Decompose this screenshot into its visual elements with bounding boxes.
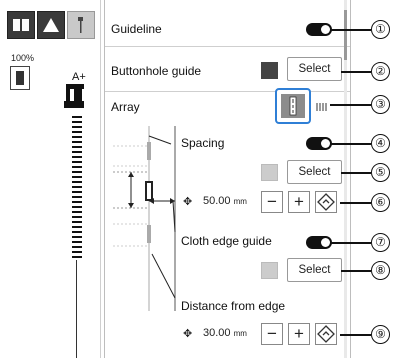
spacing-label: Spacing bbox=[181, 136, 225, 150]
array-horizontal-option[interactable] bbox=[313, 92, 331, 120]
cloth-edge-color-swatch bbox=[261, 262, 278, 279]
callout-line bbox=[340, 334, 371, 336]
spacing-color-swatch bbox=[261, 164, 278, 181]
view-mode-bar bbox=[7, 11, 99, 45]
callout-3: ③ bbox=[371, 95, 390, 114]
buttonhole-guide-color-swatch bbox=[261, 62, 278, 79]
callout-5: ⑤ bbox=[371, 163, 390, 182]
buttonhole-guide-row: Buttonhole guide Select bbox=[105, 47, 350, 92]
spacing-select-button[interactable]: Select bbox=[287, 160, 342, 184]
scrollbar-thumb[interactable] bbox=[344, 10, 347, 60]
spacing-reset-button[interactable] bbox=[315, 191, 337, 213]
callout-line bbox=[341, 270, 371, 272]
vertical-array-icon bbox=[281, 94, 305, 118]
distance-reset-button[interactable] bbox=[315, 323, 337, 345]
array-label: Array bbox=[111, 100, 140, 114]
cloth-edge-guide-label: Cloth edge guide bbox=[181, 234, 272, 248]
guideline-toggle[interactable] bbox=[306, 23, 332, 36]
guideline-settings-panel: Guideline Buttonhole guide Select Array bbox=[104, 0, 351, 358]
guideline-label: Guideline bbox=[111, 22, 162, 36]
callout-line bbox=[340, 202, 371, 204]
array-section: Array Spacing Select ✥ 50.00 mm − + Clot… bbox=[105, 88, 350, 358]
spacing-decrease-button[interactable]: − bbox=[261, 191, 283, 213]
callout-line bbox=[331, 143, 371, 145]
triangle-view-icon[interactable] bbox=[37, 11, 65, 39]
callout-line bbox=[341, 71, 371, 73]
needle-line bbox=[76, 260, 77, 358]
callout-4: ④ bbox=[371, 134, 390, 153]
distance-decrease-button[interactable]: − bbox=[261, 323, 283, 345]
callout-line bbox=[331, 242, 371, 244]
move-icon: ✥ bbox=[183, 196, 193, 208]
distance-from-edge-label: Distance from edge bbox=[181, 299, 286, 313]
spacing-increase-button[interactable]: + bbox=[288, 191, 310, 213]
spacing-diagram bbox=[113, 126, 179, 311]
distance-increase-button[interactable]: + bbox=[288, 323, 310, 345]
horizontal-array-icon bbox=[315, 100, 329, 112]
callout-line bbox=[341, 172, 371, 174]
buttonhole-guide-select-button[interactable]: Select bbox=[287, 57, 342, 81]
zoom-level: 100% bbox=[11, 53, 35, 63]
callout-line bbox=[330, 104, 371, 106]
callout-8: ⑧ bbox=[371, 261, 390, 280]
array-vertical-option[interactable] bbox=[275, 88, 311, 124]
callout-6: ⑥ bbox=[371, 193, 390, 212]
presser-foot-label: A+ bbox=[72, 71, 86, 83]
callout-2: ② bbox=[371, 62, 390, 81]
zoom-icon[interactable] bbox=[10, 66, 30, 90]
move-icon: ✥ bbox=[183, 328, 193, 340]
guideline-row: Guideline bbox=[105, 0, 350, 47]
callout-1: ① bbox=[371, 20, 390, 39]
distance-value: 30.00 mm bbox=[203, 327, 247, 339]
cloth-edge-select-button[interactable]: Select bbox=[287, 258, 342, 282]
buttonhole-stitch-preview bbox=[70, 114, 84, 264]
callout-line bbox=[331, 29, 371, 31]
buttonhole-guide-label: Buttonhole guide bbox=[111, 64, 202, 78]
cloth-edge-guide-toggle[interactable] bbox=[306, 236, 332, 249]
book-view-icon[interactable] bbox=[7, 11, 35, 39]
callout-9: ⑨ bbox=[371, 325, 390, 344]
needle-view-icon[interactable] bbox=[67, 11, 95, 39]
spacing-value: 50.00 mm bbox=[203, 195, 247, 207]
presser-foot-icon: A+ bbox=[60, 70, 94, 114]
callout-7: ⑦ bbox=[371, 233, 390, 252]
spacing-toggle[interactable] bbox=[306, 137, 332, 150]
left-sidebar: 100% A+ bbox=[0, 0, 101, 358]
